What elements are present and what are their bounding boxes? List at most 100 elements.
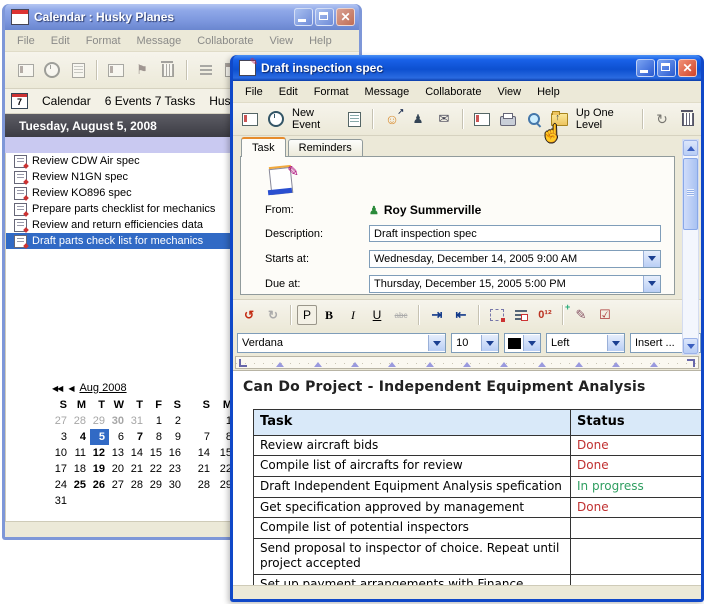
- calendar-day[interactable]: 28: [128, 477, 147, 493]
- task-cell[interactable]: Send proposal to inspector of choice. Re…: [254, 538, 571, 574]
- calendar-day[interactable]: 28: [71, 413, 90, 429]
- close-button[interactable]: [678, 59, 697, 77]
- menu-message[interactable]: Message: [357, 84, 418, 100]
- maximize-button[interactable]: [657, 59, 676, 77]
- chevron-down-icon[interactable]: [481, 335, 498, 351]
- indent-marker-left[interactable]: [239, 359, 247, 367]
- redo-button[interactable]: ↻: [261, 305, 285, 325]
- calendar-day[interactable]: 3: [52, 429, 71, 445]
- calendar-day[interactable]: 28: [192, 477, 214, 493]
- calendar-day[interactable]: 29: [90, 413, 109, 429]
- numbering-button[interactable]: 0¹²: [533, 305, 557, 325]
- strikethrough-button[interactable]: abc: [389, 305, 413, 325]
- menu-edit[interactable]: Edit: [271, 84, 306, 100]
- task-titlebar[interactable]: Draft inspection spec: [233, 55, 701, 81]
- chevron-down-icon[interactable]: [523, 335, 540, 351]
- menu-edit[interactable]: Edit: [43, 33, 78, 49]
- menu-format[interactable]: Format: [306, 84, 357, 100]
- tab-stop-marker[interactable]: [388, 358, 396, 367]
- new-message-icon[interactable]: [237, 108, 263, 130]
- maximize-button[interactable]: [315, 8, 334, 26]
- calendar-day[interactable]: 13: [109, 445, 128, 461]
- status-cell[interactable]: Done: [571, 456, 702, 477]
- menu-view[interactable]: View: [261, 33, 301, 49]
- scroll-down-button[interactable]: [683, 338, 698, 354]
- align-select[interactable]: Left: [546, 333, 625, 353]
- open-item-icon[interactable]: [103, 59, 129, 81]
- chevron-down-icon[interactable]: [643, 276, 660, 292]
- delete-icon[interactable]: [675, 108, 701, 130]
- merge-cells-button[interactable]: [509, 305, 533, 325]
- vertical-scrollbar[interactable]: [682, 139, 699, 355]
- calendar-day[interactable]: [166, 493, 185, 509]
- status-cell[interactable]: [571, 518, 702, 539]
- calendar-day[interactable]: 7: [192, 429, 214, 445]
- column-header-task[interactable]: Task: [254, 410, 571, 436]
- menu-help[interactable]: Help: [301, 33, 340, 49]
- minimize-button[interactable]: [636, 59, 655, 77]
- tab-task[interactable]: Task: [241, 137, 286, 157]
- scrollbar-thumb[interactable]: [683, 158, 698, 230]
- print-icon[interactable]: [495, 108, 521, 130]
- new-message-icon[interactable]: [13, 59, 39, 81]
- calendar-day[interactable]: 8: [147, 429, 166, 445]
- indent-marker-right[interactable]: [687, 359, 695, 367]
- font-size-select[interactable]: 10: [451, 333, 498, 353]
- starts-at-select[interactable]: Wednesday, December 14, 2005 9:00 AM: [369, 250, 661, 268]
- calendar-day[interactable]: 21: [192, 461, 214, 477]
- calendar-day[interactable]: 17: [52, 461, 71, 477]
- due-at-select[interactable]: Thursday, December 15, 2005 5:00 PM: [369, 275, 661, 293]
- calendar-titlebar[interactable]: Calendar : Husky Planes: [5, 4, 359, 30]
- up-one-level-label[interactable]: Up One Level: [573, 107, 637, 131]
- calendar-day[interactable]: 18: [71, 461, 90, 477]
- calendar-day[interactable]: [128, 493, 147, 509]
- redirect-icon[interactable]: ☺: [379, 108, 405, 130]
- task-cell[interactable]: Review aircraft bids: [254, 435, 571, 456]
- select-cells-button[interactable]: [485, 305, 509, 325]
- menu-file[interactable]: File: [9, 33, 43, 49]
- calendar-day[interactable]: 24: [52, 477, 71, 493]
- tab-stop-marker[interactable]: [500, 358, 508, 367]
- tab-reminders[interactable]: Reminders: [288, 139, 363, 157]
- from-value[interactable]: ♟ Roy Summerville: [369, 203, 481, 217]
- status-cell[interactable]: Done: [571, 497, 702, 518]
- tab-stop-marker[interactable]: [314, 358, 322, 367]
- task-cell[interactable]: Draft Independent Equipment Analysis spe…: [254, 477, 571, 498]
- spellcheck-button[interactable]: ☑: [593, 305, 617, 325]
- mail-icon[interactable]: ✉: [431, 108, 457, 130]
- properties-icon[interactable]: [469, 108, 495, 130]
- assign-person-icon[interactable]: ♟: [405, 108, 431, 130]
- calendar-day[interactable]: 26: [90, 477, 109, 493]
- tab-stop-marker[interactable]: [426, 358, 434, 367]
- calendar-day[interactable]: 19: [90, 461, 109, 477]
- calendar-day[interactable]: 23: [166, 461, 185, 477]
- calendar-day[interactable]: [71, 493, 90, 509]
- calendar-day[interactable]: 30: [109, 413, 128, 429]
- calendar-day[interactable]: 6: [109, 429, 128, 445]
- calendar-day[interactable]: 31: [128, 413, 147, 429]
- ruler[interactable]: [235, 356, 699, 369]
- calendar-day[interactable]: [90, 493, 109, 509]
- menu-file[interactable]: File: [237, 84, 271, 100]
- font-color-select[interactable]: [504, 333, 542, 353]
- status-cell[interactable]: [571, 538, 702, 574]
- calendar-day[interactable]: 7: [128, 429, 147, 445]
- tab-stop-marker[interactable]: [351, 358, 359, 367]
- underline-button[interactable]: U: [365, 305, 389, 325]
- menu-help[interactable]: Help: [529, 84, 568, 100]
- indent-button[interactable]: ⇥: [425, 305, 449, 325]
- chevron-down-icon[interactable]: [643, 251, 660, 267]
- new-note-icon[interactable]: [65, 59, 91, 81]
- tab-stop-marker[interactable]: [463, 358, 471, 367]
- close-button[interactable]: [336, 8, 355, 26]
- calendar-day[interactable]: 25: [71, 477, 90, 493]
- calendar-day[interactable]: 16: [166, 445, 185, 461]
- calendar-day[interactable]: [192, 413, 214, 429]
- new-event-icon[interactable]: [39, 59, 65, 81]
- calendar-day[interactable]: 9: [166, 429, 185, 445]
- month-label[interactable]: Aug 2008: [79, 382, 126, 394]
- description-input[interactable]: Draft inspection spec: [369, 225, 661, 242]
- menu-collaborate[interactable]: Collaborate: [189, 33, 261, 49]
- prev-month-button[interactable]: ◀: [68, 384, 73, 393]
- scroll-up-button[interactable]: [683, 140, 698, 156]
